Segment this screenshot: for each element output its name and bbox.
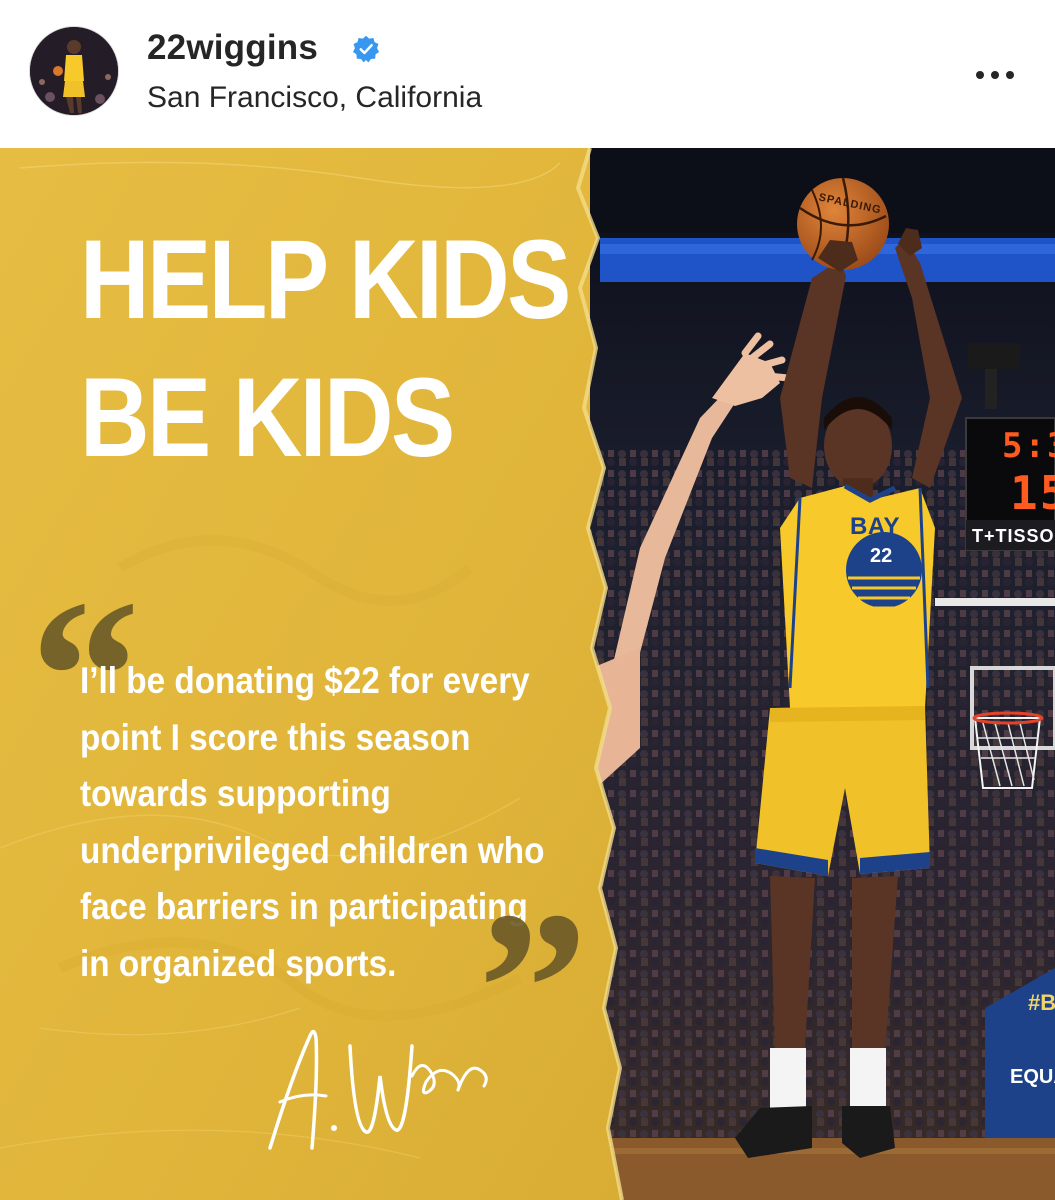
more-horizontal-icon-dot bbox=[991, 71, 999, 79]
scoreboard-shot-clock: 15 bbox=[1010, 466, 1055, 520]
quote-line: I’ll be donating $22 for every bbox=[80, 660, 530, 701]
scoreboard-clock: 5:3 bbox=[1002, 426, 1055, 466]
more-options-button[interactable] bbox=[965, 55, 1025, 95]
username[interactable]: 22wiggins bbox=[147, 26, 318, 70]
verified-badge-icon bbox=[352, 35, 380, 63]
headline-line2: BE KIDS bbox=[80, 355, 455, 480]
post-header: 22wiggins San Francisco, California bbox=[0, 0, 1055, 149]
jersey-team-text: BAY bbox=[850, 513, 900, 540]
banner-hashtag-text: #B bbox=[1028, 990, 1055, 1015]
signature bbox=[268, 1029, 488, 1150]
banner-equality-text: EQUALITY bbox=[1010, 1066, 1055, 1088]
avatar-image bbox=[30, 27, 118, 115]
more-horizontal-icon-dot bbox=[1006, 71, 1014, 79]
avatar[interactable] bbox=[30, 27, 118, 115]
instagram-post: 22wiggins San Francisco, California HELP… bbox=[0, 0, 1055, 1200]
more-horizontal-icon bbox=[976, 71, 984, 79]
jersey-number-text: 22 bbox=[870, 545, 893, 567]
post-location[interactable]: San Francisco, California bbox=[147, 78, 482, 118]
quote-line: point I score this season bbox=[80, 716, 471, 758]
quote-line: towards supporting bbox=[80, 773, 391, 814]
post-image[interactable]: HELP KIDS BE KIDS “ I’ll be donating $22… bbox=[0, 148, 1055, 1200]
headline-line1: HELP KIDS bbox=[80, 217, 571, 342]
scoreboard-brand: T+TISSO bbox=[972, 526, 1055, 546]
